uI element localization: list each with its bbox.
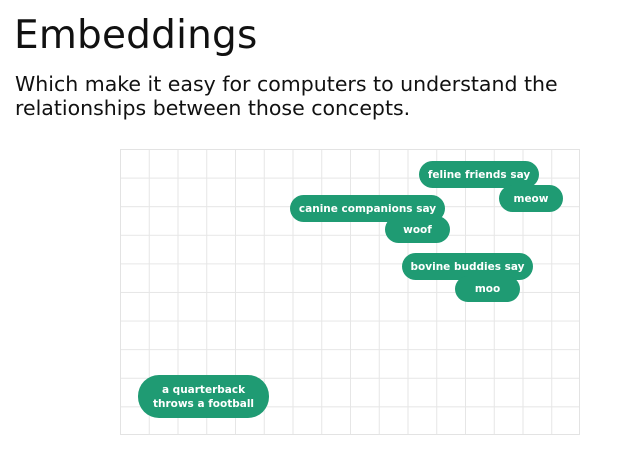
pill-meow: meow xyxy=(499,185,563,212)
pill-moo: moo xyxy=(455,276,520,302)
quarterback-line-1: a quarterback xyxy=(161,383,246,396)
subtitle-line-2: relationships between those concepts. xyxy=(15,96,411,120)
quarterback-line-2: throws a football xyxy=(152,397,255,410)
pill-feline-friends-say: feline friends say xyxy=(419,161,539,188)
slide-subtitle: Which make it easy for computers to unde… xyxy=(15,72,558,120)
slide-title: Embeddings xyxy=(14,13,258,58)
pill-woof: woof xyxy=(385,216,450,243)
pill-quarterback-throws-football: a quarterback throws a football xyxy=(138,375,269,418)
subtitle-line-1: Which make it easy for computers to unde… xyxy=(15,72,558,96)
